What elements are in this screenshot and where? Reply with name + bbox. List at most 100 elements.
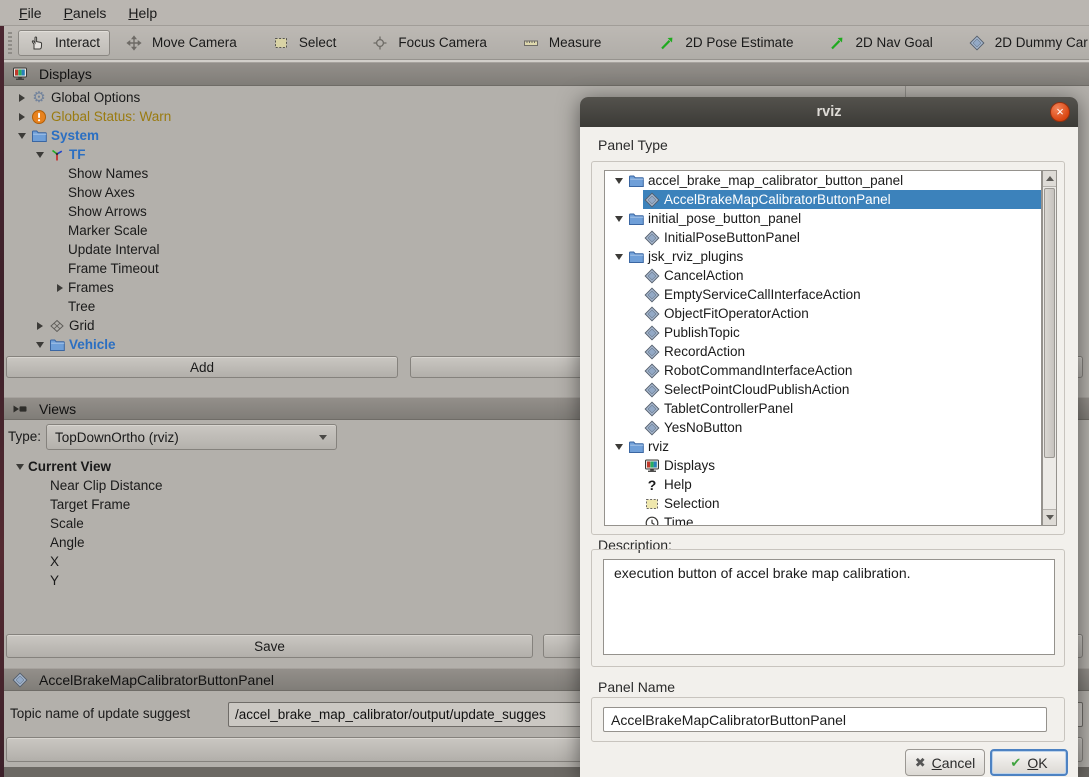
tool-move-camera[interactable]: Move Camera <box>118 30 244 56</box>
panel-type-item-recordaction[interactable]: RecordAction <box>605 342 1041 361</box>
view-type-dropdown[interactable]: TopDownOrtho (rviz) <box>46 424 337 450</box>
panel-type-item-label: AccelBrakeMapCalibratorButtonPanel <box>664 192 891 207</box>
help-icon: ? <box>643 477 661 493</box>
panel-type-item-jsk-rviz-plugins[interactable]: jsk_rviz_plugins <box>605 247 1041 266</box>
view-type-value: TopDownOrtho (rviz) <box>55 430 179 445</box>
panel-type-item-label: SelectPointCloudPublishAction <box>664 382 849 397</box>
tree-item-near-clip-distance[interactable]: Near Clip Distance <box>4 476 584 495</box>
panel-type-item-objectfitoperatoraction[interactable]: ObjectFitOperatorAction <box>605 304 1041 323</box>
tree-item-marker-scale[interactable]: Marker Scale <box>4 221 584 240</box>
green-arrow-icon <box>828 35 846 51</box>
tree-item-target-frame[interactable]: Target Frame <box>4 495 584 514</box>
monitor-icon <box>11 66 29 82</box>
tree-item-y[interactable]: Y <box>4 571 584 590</box>
tree-item-angle[interactable]: Angle <box>4 533 584 552</box>
ok-button[interactable]: ✔ OK <box>990 749 1068 776</box>
folder-icon <box>627 173 645 189</box>
tree-item-grid[interactable]: Grid <box>4 316 584 335</box>
warning-icon <box>30 109 48 125</box>
tree-item-tree[interactable]: Tree <box>4 297 584 316</box>
add-panel-dialog: rviz × Panel Type accel_brake_map_calibr… <box>580 97 1078 777</box>
tree-item-update-interval[interactable]: Update Interval <box>4 240 584 259</box>
plugin-diamond-icon <box>643 192 661 208</box>
panel-type-item-cancelaction[interactable]: CancelAction <box>605 266 1041 285</box>
plugin-diamond-icon <box>643 268 661 284</box>
tree-item-current-view[interactable]: Current View <box>4 457 584 476</box>
menu-panels[interactable]: Panels <box>53 2 118 24</box>
panel-type-label: Panel Type <box>598 137 668 153</box>
tool-2d-dummy-car[interactable]: 2D Dummy Car <box>961 30 1089 56</box>
panel-type-item-selectpointcloudpublishaction[interactable]: SelectPointCloudPublishAction <box>605 380 1041 399</box>
panel-type-item-time[interactable]: Time <box>605 513 1041 526</box>
tree-item-label: Frames <box>68 280 114 295</box>
panel-type-item-publishtopic[interactable]: PublishTopic <box>605 323 1041 342</box>
panel-type-item-accelbrakemapcalibratorbuttonpanel[interactable]: AccelBrakeMapCalibratorButtonPanel <box>605 190 1041 209</box>
expanded-arrow-icon <box>611 178 627 184</box>
panel-type-item-robotcommandinterfaceaction[interactable]: RobotCommandInterfaceAction <box>605 361 1041 380</box>
close-icon[interactable]: × <box>1050 102 1070 122</box>
rviz-window: FilePanelsHelp Interact Move Camera Select… <box>0 0 1089 777</box>
tree-item-label: Vehicle <box>69 337 116 352</box>
type-label: Type: <box>8 424 41 450</box>
add-button-label: Add <box>190 360 214 375</box>
tool-measure[interactable]: Measure <box>515 30 609 56</box>
tool-label: 2D Pose Estimate <box>685 35 793 50</box>
panel-type-item-selection[interactable]: Selection <box>605 494 1041 513</box>
panel-type-item-tabletcontrollerpanel[interactable]: TabletControllerPanel <box>605 399 1041 418</box>
views-tree: Current View Near Clip Distance Target Fra… <box>4 457 584 590</box>
scroll-down-icon[interactable] <box>1043 509 1056 525</box>
scroll-up-icon[interactable] <box>1043 171 1056 187</box>
panel-type-item-initial-pose-button-panel[interactable]: initial_pose_button_panel <box>605 209 1041 228</box>
tree-item-show-axes[interactable]: Show Axes <box>4 183 584 202</box>
tree-item-global-options[interactable]: ⚙Global Options <box>4 88 584 107</box>
tree-item-tf[interactable]: TF <box>4 145 584 164</box>
tree-item-global-status-warn[interactable]: Global Status: Warn <box>4 107 584 126</box>
menu-file[interactable]: File <box>8 2 53 24</box>
tree-item-scale[interactable]: Scale <box>4 514 584 533</box>
displays-tree: ⚙Global OptionsGlobal Status: WarnSystem… <box>4 88 584 354</box>
tool-focus-camera[interactable]: Focus Camera <box>364 30 494 56</box>
save-button[interactable]: Save <box>6 634 533 658</box>
panel-type-item-emptyservicecallinterfaceaction[interactable]: EmptyServiceCallInterfaceAction <box>605 285 1041 304</box>
plugin-diamond-icon <box>643 382 661 398</box>
select-box-icon <box>272 35 290 51</box>
panel-type-item-initialposebuttonpanel[interactable]: InitialPoseButtonPanel <box>605 228 1041 247</box>
collapsed-arrow-icon <box>32 322 48 330</box>
panel-type-item-accel-brake-map-calibrator-button-panel[interactable]: accel_brake_map_calibrator_button_panel <box>605 171 1041 190</box>
tool-label: Measure <box>549 35 602 50</box>
tree-item-vehicle[interactable]: Vehicle <box>4 335 584 354</box>
panel-type-item-label: InitialPoseButtonPanel <box>664 230 800 245</box>
tree-item-x[interactable]: X <box>4 552 584 571</box>
tool-label: Move Camera <box>152 35 237 50</box>
panel-type-list: accel_brake_map_calibrator_button_panel A… <box>604 170 1042 526</box>
tree-item-label: Angle <box>50 535 85 550</box>
ruler-icon <box>522 35 540 51</box>
tool-2d-nav-goal[interactable]: 2D Nav Goal <box>821 30 939 56</box>
tree-item-label: Global Options <box>51 90 140 105</box>
panel-name-input[interactable] <box>603 707 1047 732</box>
panel-type-item-displays[interactable]: Displays <box>605 456 1041 475</box>
tree-item-label: Near Clip Distance <box>50 478 163 493</box>
menu-help[interactable]: Help <box>117 2 168 24</box>
cancel-button[interactable]: ✖ Cancel <box>905 749 985 776</box>
scrollbar-thumb[interactable] <box>1044 188 1055 458</box>
tree-item-frames[interactable]: Frames <box>4 278 584 297</box>
panel-type-item-rviz[interactable]: rviz <box>605 437 1041 456</box>
tree-item-system[interactable]: System <box>4 126 584 145</box>
panel-type-scrollbar[interactable] <box>1042 170 1057 526</box>
tool-select[interactable]: Select <box>265 30 344 56</box>
tree-item-frame-timeout[interactable]: Frame Timeout <box>4 259 584 278</box>
add-button[interactable]: Add <box>6 356 398 378</box>
panel-type-item-yesnobutton[interactable]: YesNoButton <box>605 418 1041 437</box>
panel-type-item-label: YesNoButton <box>664 420 742 435</box>
panel-type-item-label: RecordAction <box>664 344 745 359</box>
tree-item-show-names[interactable]: Show Names <box>4 164 584 183</box>
tool-interact[interactable]: Interact <box>18 30 110 56</box>
tree-item-label: Target Frame <box>50 497 130 512</box>
panel-type-item-help[interactable]: ?Help <box>605 475 1041 494</box>
toolbar-drag-handle[interactable] <box>8 32 12 54</box>
tree-item-show-arrows[interactable]: Show Arrows <box>4 202 584 221</box>
tool-2d-pose-estimate[interactable]: 2D Pose Estimate <box>651 30 800 56</box>
tool-label: 2D Nav Goal <box>855 35 932 50</box>
tree-item-label: TF <box>69 147 86 162</box>
